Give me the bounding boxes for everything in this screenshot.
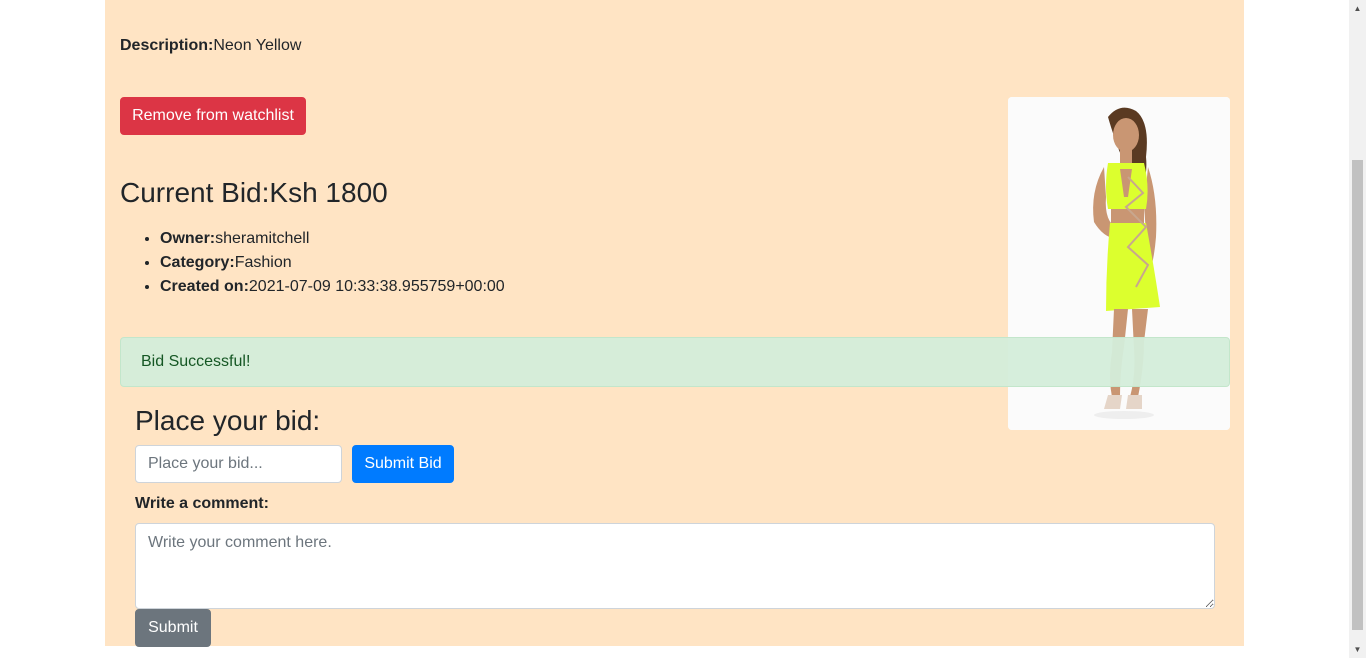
detail-category: Category:Fashion <box>160 251 505 275</box>
detail-created-on: Created on:2021-07-09 10:33:38.955759+00… <box>160 275 505 299</box>
scroll-down-icon[interactable]: ▼ <box>1349 641 1366 658</box>
bid-input[interactable] <box>135 445 342 483</box>
submit-comment-button[interactable]: Submit <box>135 609 211 647</box>
bid-success-alert: Bid Successful! <box>120 337 1230 387</box>
place-bid-heading: Place your bid: <box>135 405 321 436</box>
submit-bid-button[interactable]: Submit Bid <box>352 445 454 483</box>
scroll-up-icon[interactable]: ▲ <box>1349 0 1366 17</box>
listing-description: Description:Neon Yellow <box>120 36 301 56</box>
owner-label: Owner: <box>160 230 216 247</box>
category-value: Fashion <box>234 254 292 271</box>
remove-from-watchlist-button[interactable]: Remove from watchlist <box>120 97 306 135</box>
owner-value: sheramitchell <box>215 230 310 247</box>
current-bid-label: Current Bid: <box>120 177 270 208</box>
comment-textarea[interactable] <box>135 523 1215 609</box>
created-on-label: Created on: <box>160 278 249 295</box>
current-bid-value: Ksh 1800 <box>269 177 388 208</box>
alert-message: Bid Successful! <box>141 353 251 370</box>
scrollbar-thumb[interactable] <box>1352 160 1363 630</box>
comment-label: Write a comment: <box>135 495 269 512</box>
created-on-value: 2021-07-09 10:33:38.955759+00:00 <box>248 278 505 295</box>
description-label: Description: <box>120 37 214 54</box>
vertical-scrollbar[interactable]: ▲ ▼ <box>1349 0 1366 658</box>
category-label: Category: <box>160 254 235 271</box>
listing-details-list: Owner:sheramitchell Category:Fashion Cre… <box>120 227 505 299</box>
detail-owner: Owner:sheramitchell <box>160 227 505 251</box>
description-value: Neon Yellow <box>213 37 302 54</box>
current-bid: Current Bid:Ksh 1800 <box>120 175 388 211</box>
